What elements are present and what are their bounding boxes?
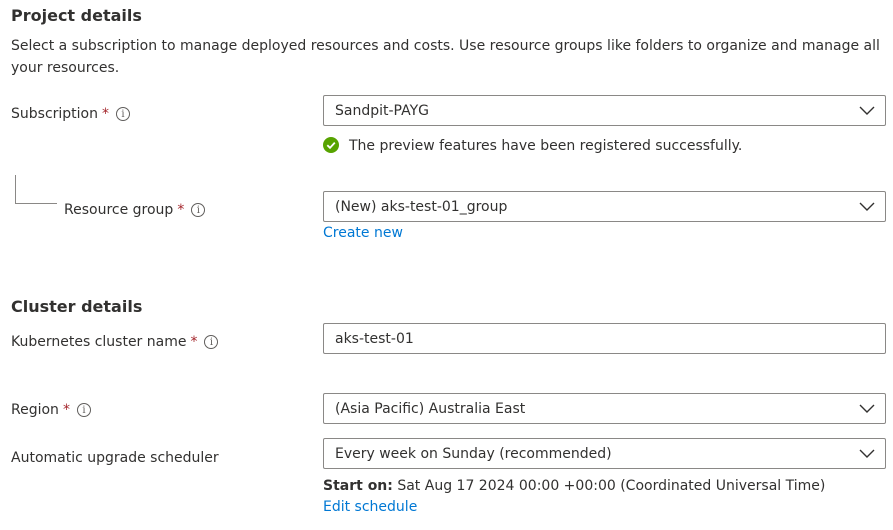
subscription-value: Sandpit-PAYG: [335, 102, 429, 119]
cluster-details-title: Cluster details: [11, 297, 143, 316]
resource-group-value: (New) aks-test-01_group: [335, 198, 508, 215]
create-new-link[interactable]: Create new: [323, 225, 403, 241]
chevron-down-icon: [859, 404, 875, 413]
start-on-value: Sat Aug 17 2024 00:00 +00:00 (Coordinate…: [397, 478, 826, 494]
check-circle-icon: [323, 137, 339, 153]
required-marker: *: [102, 106, 109, 122]
chevron-down-icon: [859, 202, 875, 211]
upgrade-scheduler-select[interactable]: Every week on Sunday (recommended): [323, 438, 886, 469]
upgrade-scheduler-label: Automatic upgrade scheduler: [11, 450, 219, 466]
subscription-label: Subscription: [11, 106, 98, 122]
info-icon[interactable]: i: [116, 107, 130, 121]
subscription-select[interactable]: Sandpit-PAYG: [323, 95, 886, 126]
start-on-row: Start on: Sat Aug 17 2024 00:00 +00:00 (…: [323, 475, 825, 497]
success-message-row: The preview features have been registere…: [323, 133, 742, 157]
project-details-title: Project details: [11, 6, 142, 25]
info-icon[interactable]: i: [204, 335, 219, 349]
tree-connector: [15, 175, 57, 204]
chevron-down-icon: [859, 106, 875, 115]
region-select[interactable]: (Asia Pacific) Australia East: [323, 393, 886, 424]
region-value: (Asia Pacific) Australia East: [335, 400, 526, 417]
info-icon[interactable]: i: [76, 403, 91, 417]
resource-group-label: Resource group: [64, 202, 174, 218]
chevron-down-icon: [859, 449, 875, 458]
subscription-label-row: Subscription * i: [11, 104, 130, 124]
required-marker: *: [177, 202, 185, 218]
required-marker: *: [62, 402, 70, 418]
region-label-row: Region * i: [11, 400, 91, 420]
cluster-name-input[interactable]: aks-test-01: [323, 323, 886, 354]
required-marker: *: [190, 334, 198, 350]
info-icon[interactable]: i: [191, 203, 206, 217]
project-details-description: Select a subscription to manage deployed…: [11, 38, 880, 76]
cluster-name-label-row: Kubernetes cluster name * i: [11, 332, 219, 352]
start-on-label: Start on:: [323, 478, 393, 494]
success-message: The preview features have been registere…: [349, 138, 743, 154]
edit-schedule-link[interactable]: Edit schedule: [323, 499, 417, 515]
region-label: Region: [11, 402, 59, 418]
resource-group-label-row: Resource group * i: [64, 200, 206, 220]
upgrade-label-row: Automatic upgrade scheduler: [11, 448, 219, 468]
cluster-name-value: aks-test-01: [335, 330, 414, 347]
resource-group-select[interactable]: (New) aks-test-01_group: [323, 191, 886, 222]
cluster-name-label: Kubernetes cluster name: [11, 334, 187, 350]
upgrade-scheduler-value: Every week on Sunday (recommended): [335, 445, 612, 462]
